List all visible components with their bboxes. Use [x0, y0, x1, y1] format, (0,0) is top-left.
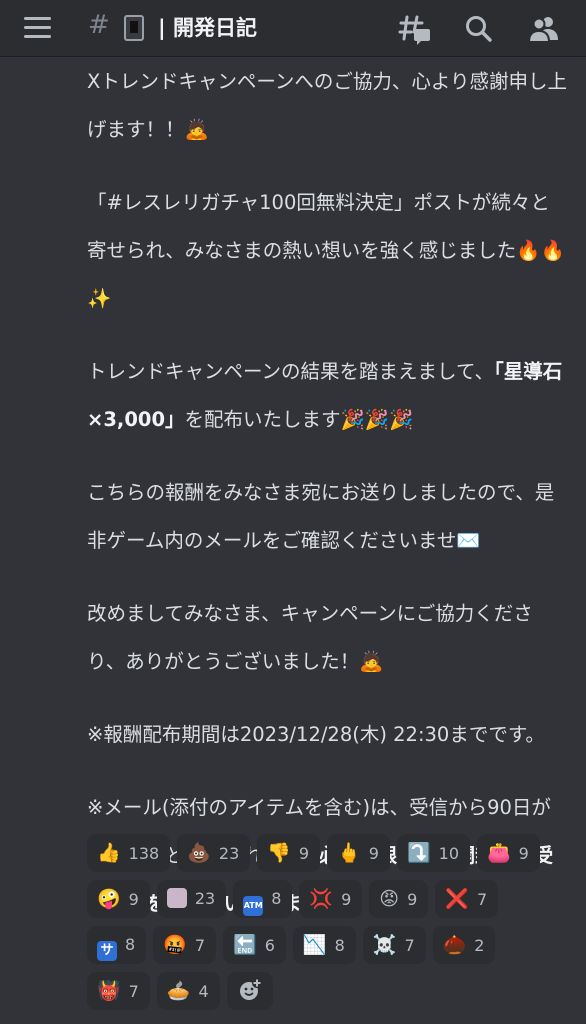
message-content: Xトレンドキャンペーンへのご協力、心より感謝申し上げます！！🙇 「#レスレリガチ… [87, 58, 567, 928]
reaction-count: 8 [334, 936, 345, 955]
message-paragraph: ※報酬配布期間は2023/12/28(木) 22:30までです。 [87, 723, 545, 746]
atm-sign-icon: ATM [243, 896, 264, 916]
message-paragraph: トレンドキャンペーンの結果を踏まえまして、「星導石×3,000」を配布いたします… [87, 348, 567, 444]
reaction-cross-mark[interactable]: ❌ 7 [435, 880, 499, 918]
reaction-count: 9 [407, 890, 418, 909]
reaction-count: 138 [128, 844, 160, 863]
katakana-sa-icon: サ [97, 941, 117, 961]
reaction-row: 👍 138 💩 23 👎 9 🖕 9 ⤵️ 10 👛 9 [87, 834, 577, 872]
reaction-angry-face[interactable]: 😡 9 [369, 880, 429, 918]
arrow-down-turn-icon: ⤵️ [406, 842, 431, 864]
reaction-count: 9 [518, 844, 529, 863]
reaction-count: 7 [404, 936, 415, 955]
menu-icon[interactable] [24, 17, 51, 39]
reaction-count: 9 [368, 844, 379, 863]
paragraph-text: を配布いたします🎉🎉🎉 [184, 408, 414, 431]
reaction-count: 9 [341, 890, 352, 909]
reaction-count: 7 [194, 936, 206, 955]
thumbs-down-icon: 👎 [267, 842, 291, 864]
reaction-count: 6 [264, 936, 275, 955]
reaction-chestnut[interactable]: 🌰 2 [432, 926, 496, 964]
angry-face-icon: 😡 [379, 888, 400, 910]
reaction-count: 8 [271, 889, 282, 908]
search-icon[interactable] [462, 12, 496, 46]
reaction-poop[interactable]: 💩 23 [177, 834, 251, 872]
reaction-count: 4 [198, 982, 209, 1001]
reaction-atm[interactable]: ATM 8 [233, 880, 293, 918]
reaction-arrow-down-turn[interactable]: ⤵️ 10 [396, 834, 470, 872]
message-paragraph: こちらの報酬をみなさま宛にお送りしましたので、是非ゲーム内のメールをご確認くださ… [87, 481, 555, 552]
reaction-pie[interactable]: 🥧 4 [156, 972, 220, 1010]
middle-finger-icon: 🖕 [337, 842, 361, 864]
channel-name[interactable]: | 開発日記 [158, 12, 257, 42]
reaction-count: 9 [298, 844, 310, 863]
threads-icon[interactable] [398, 12, 432, 46]
zany-face-icon: 🤪 [97, 888, 121, 910]
pie-icon: 🥧 [166, 980, 191, 1002]
chart-decreasing-icon: 📉 [302, 934, 327, 956]
notebook-icon [124, 15, 144, 41]
cursing-face-icon: 🤬 [163, 934, 187, 956]
reaction-anger-symbol[interactable]: 💢 9 [299, 880, 363, 918]
skull-crossbones-icon: ☠️ [372, 934, 397, 956]
reaction-row: サ 8 🤬 7 🔚 6 📉 8 ☠️ 7 🌰 2 [87, 926, 577, 964]
reaction-count: 7 [128, 982, 139, 1001]
reaction-thumbs-up[interactable]: 👍 138 [87, 834, 171, 872]
reaction-custom-anime-girl[interactable]: 23 [156, 880, 227, 918]
reactions-bar: 👍 138 💩 23 👎 9 🖕 9 ⤵️ 10 👛 9 🤪 9 23 ATM 8 💢 9 😡 9 ❌ 7 サ 8 🤬 7 🔚 6 📉… [87, 834, 577, 1018]
ogre-icon: 👹 [97, 980, 121, 1002]
reaction-count: 10 [438, 844, 459, 863]
reaction-row: 🤪 9 23 ATM 8 💢 9 😡 9 ❌ 7 [87, 880, 577, 918]
poop-icon: 💩 [187, 842, 211, 864]
add-reaction-button[interactable] [226, 972, 273, 1010]
reaction-count: 8 [125, 935, 136, 954]
members-icon[interactable] [527, 12, 561, 46]
channel-header: # | 開発日記 [0, 0, 586, 57]
message-paragraph: 「#レスレリガチャ100回無料決定」ポストが続々と寄せられ、みなさまの熱い想いを… [87, 191, 565, 310]
reaction-count: 7 [476, 890, 488, 909]
reaction-zany-face[interactable]: 🤪 9 [87, 880, 150, 918]
end-arrow-icon: 🔚 [233, 934, 257, 956]
reaction-row: 👹 7 🥧 4 [87, 972, 577, 1010]
reaction-cursing-face[interactable]: 🤬 7 [153, 926, 217, 964]
channel-hash-icon: # [88, 10, 110, 40]
anger-symbol-icon: 💢 [309, 888, 334, 910]
reaction-end-arrow[interactable]: 🔚 6 [223, 926, 286, 964]
reaction-purse[interactable]: 👛 9 [477, 834, 540, 872]
reaction-count: 2 [474, 936, 485, 955]
reaction-ogre[interactable]: 👹 7 [87, 972, 150, 1010]
message-paragraph: Xトレンドキャンペーンへのご協力、心より感謝申し上げます！！🙇 [87, 70, 567, 141]
purse-icon: 👛 [487, 842, 511, 864]
reaction-count: 23 [194, 889, 216, 908]
reaction-chart-decreasing[interactable]: 📉 8 [292, 926, 356, 964]
paragraph-text: トレンドキャンペーンの結果を踏まえまして、 [87, 360, 494, 383]
reaction-count: 9 [128, 890, 139, 909]
reaction-thumbs-down[interactable]: 👎 9 [257, 834, 321, 872]
thumbs-up-icon: 👍 [97, 842, 121, 864]
anime-girl-icon [166, 888, 187, 908]
message-paragraph: 改めましてみなさま、キャンペーンにご協力くださり、ありがとうございました！🙇 [87, 602, 533, 673]
reaction-katakana-sa[interactable]: サ8 [87, 926, 147, 964]
add-reaction-icon [239, 978, 262, 1000]
cross-mark-icon: ❌ [445, 888, 469, 910]
chestnut-icon: 🌰 [442, 934, 467, 956]
reaction-middle-finger[interactable]: 🖕 9 [327, 834, 390, 872]
reaction-skull-crossbones[interactable]: ☠️ 7 [362, 926, 426, 964]
reaction-count: 23 [218, 844, 240, 863]
